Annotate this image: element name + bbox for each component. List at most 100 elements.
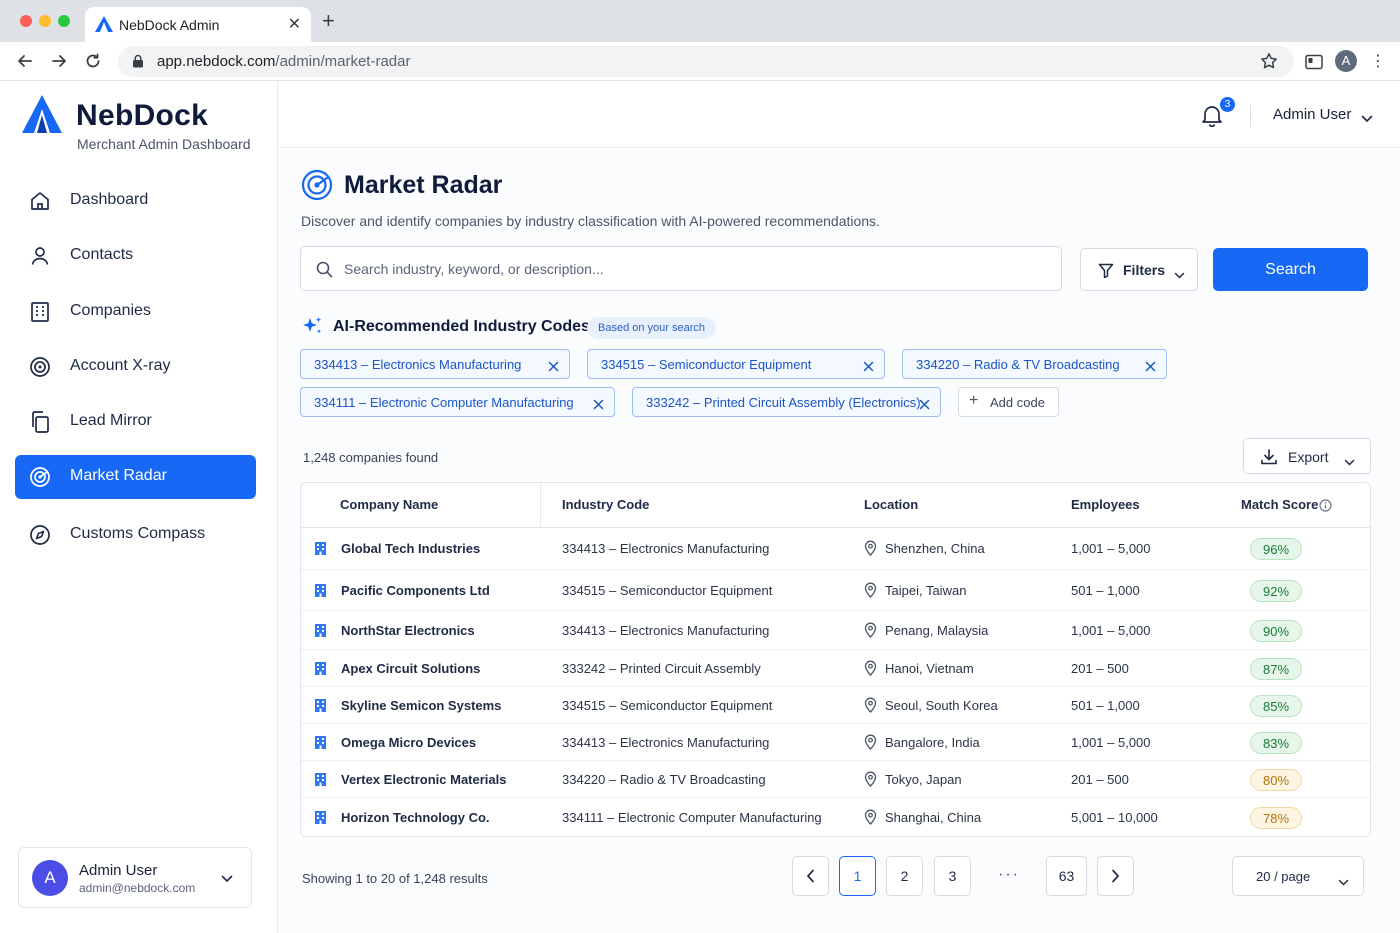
column-header-match-score[interactable]: Match Score [1241, 483, 1318, 527]
avatar: A [32, 860, 68, 896]
industry-code: 334515 – Semiconductor Equipment [562, 698, 773, 713]
sidebar-item-dashboard[interactable]: Dashboard [15, 179, 256, 223]
industry-code-chip[interactable]: 334111 – Electronic Computer Manufacturi… [300, 387, 615, 417]
sidebar-item-market-radar[interactable]: Market Radar [15, 455, 256, 499]
column-header-location[interactable]: Location [864, 483, 918, 527]
location: Tokyo, Japan [885, 772, 962, 787]
browser-tab[interactable]: NebDock Admin ✕ [85, 7, 311, 42]
person-icon [28, 244, 52, 273]
company-name[interactable]: Pacific Components Ltd [341, 583, 490, 598]
window-zoom-dot[interactable] [58, 15, 70, 27]
window-minimize-dot[interactable] [39, 15, 51, 27]
column-header-company[interactable]: Company Name [340, 483, 438, 527]
companies-table: Company Name Industry Code Location Empl… [300, 482, 1371, 837]
table-row[interactable]: Horizon Technology Co. 334111 – Electroni… [301, 798, 1370, 836]
match-score-badge: 78% [1250, 807, 1302, 829]
url-text[interactable]: app.nebdock.com/admin/market-radar [157, 53, 410, 70]
chevron-down-icon[interactable] [221, 870, 233, 888]
building-icon [314, 661, 327, 681]
industry-code-chip[interactable]: 334220 – Radio & TV Broadcasting [902, 349, 1167, 379]
employees: 1,001 – 5,000 [1071, 623, 1151, 638]
company-name[interactable]: Vertex Electronic Materials [341, 772, 506, 787]
search-input[interactable] [344, 258, 1044, 280]
sidepanel-icon[interactable] [1305, 54, 1323, 75]
sidebar-item-label: Market Radar [70, 467, 167, 484]
table-row[interactable]: Global Tech Industries 334413 – Electroni… [301, 528, 1370, 570]
sidebar-item-label: Dashboard [70, 191, 149, 208]
radar-icon [28, 465, 52, 494]
location: Hanoi, Vietnam [885, 661, 974, 676]
sidebar-item-companies[interactable]: Companies [15, 290, 256, 334]
company-name[interactable]: Skyline Semicon Systems [341, 698, 501, 713]
sidebar-user-card[interactable]: A Admin User admin@nebdock.com [18, 847, 252, 908]
close-icon[interactable] [548, 359, 559, 377]
industry-code-chip[interactable]: 333242 – Printed Circuit Assembly (Elect… [632, 387, 941, 417]
location-pin-icon [864, 622, 877, 643]
company-name[interactable]: NorthStar Electronics [341, 623, 475, 638]
header-divider [1250, 105, 1251, 127]
tab-close-icon[interactable]: ✕ [288, 14, 301, 34]
next-page-button[interactable] [1097, 856, 1134, 896]
table-row[interactable]: Pacific Components Ltd 334515 – Semicondu… [301, 570, 1370, 611]
industry-code: 334111 – Electronic Computer Manufacturi… [562, 810, 822, 825]
table-row[interactable]: Vertex Electronic Materials 334220 – Radi… [301, 761, 1370, 798]
company-name[interactable]: Horizon Technology Co. [341, 810, 490, 825]
sidebar-item-contacts[interactable]: Contacts [15, 234, 256, 278]
sidebar-item-lead-mirror[interactable]: Lead Mirror [15, 400, 256, 444]
page-3-button[interactable]: 3 [934, 856, 971, 896]
company-name[interactable]: Omega Micro Devices [341, 735, 476, 750]
industry-code: 334413 – Electronics Manufacturing [562, 735, 770, 750]
search-icon [316, 261, 333, 283]
add-code-button[interactable]: + Add code [958, 387, 1059, 417]
search-button[interactable]: Search [1213, 248, 1368, 291]
industry-code-chip[interactable]: 334515 – Semiconductor Equipment [587, 349, 885, 379]
pagination-ellipsis: ··· [998, 866, 1020, 883]
info-icon[interactable] [1319, 499, 1332, 517]
header-user-name[interactable]: Admin User [1273, 106, 1351, 123]
employees: 5,001 – 10,000 [1071, 810, 1158, 825]
industry-code-chip[interactable]: 334413 – Electronics Manufacturing [300, 349, 570, 379]
per-page-select[interactable]: 20 / page [1232, 856, 1364, 896]
sidebar-item-label: Contacts [70, 246, 134, 263]
match-score-badge: 85% [1250, 695, 1302, 717]
filters-button[interactable]: Filters [1080, 248, 1198, 291]
export-button[interactable]: Export [1243, 438, 1371, 474]
page-1-button[interactable]: 1 [839, 856, 876, 896]
search-field[interactable] [300, 246, 1062, 291]
bookmark-star-icon[interactable] [1260, 52, 1278, 75]
table-row[interactable]: Omega Micro Devices 334413 – Electronics … [301, 724, 1370, 761]
close-icon[interactable] [593, 397, 604, 415]
chevron-down-icon[interactable] [1361, 110, 1373, 128]
employees: 201 – 500 [1071, 772, 1129, 787]
company-name[interactable]: Global Tech Industries [341, 541, 480, 556]
prev-page-button[interactable] [792, 856, 829, 896]
table-row[interactable]: Skyline Semicon Systems 334515 – Semicond… [301, 687, 1370, 724]
window-close-dot[interactable] [20, 15, 32, 27]
browser-profile-avatar[interactable]: A [1335, 50, 1357, 72]
building-icon [314, 698, 327, 718]
column-header-industry[interactable]: Industry Code [562, 483, 649, 527]
building-icon [314, 810, 327, 830]
reload-icon[interactable] [84, 52, 102, 75]
new-tab-icon[interactable]: + [322, 10, 335, 32]
forward-icon[interactable] [50, 52, 68, 75]
compass-icon [28, 523, 52, 552]
table-row[interactable]: Apex Circuit Solutions 333242 – Printed C… [301, 650, 1370, 687]
company-name[interactable]: Apex Circuit Solutions [341, 661, 480, 676]
close-icon[interactable] [919, 397, 930, 415]
browser-menu-icon[interactable]: ⋮ [1370, 51, 1386, 71]
sidebar-item-account-xray[interactable]: Account X-ray [15, 345, 256, 389]
results-count: 1,248 companies found [303, 450, 439, 465]
table-row[interactable]: NorthStar Electronics 334413 – Electronic… [301, 611, 1370, 650]
close-icon[interactable] [1145, 359, 1156, 377]
column-header-employees[interactable]: Employees [1071, 483, 1140, 527]
page-last-button[interactable]: 63 [1046, 856, 1087, 896]
sidebar-item-customs-compass[interactable]: Customs Compass [15, 513, 256, 557]
page-title: Market Radar [344, 171, 503, 199]
back-icon[interactable] [16, 52, 34, 75]
close-icon[interactable] [863, 359, 874, 377]
page-2-button[interactable]: 2 [886, 856, 923, 896]
address-bar[interactable]: app.nebdock.com/admin/market-radar [118, 46, 1294, 77]
building-icon [314, 623, 327, 643]
chip-label: 334220 – Radio & TV Broadcasting [916, 357, 1120, 372]
